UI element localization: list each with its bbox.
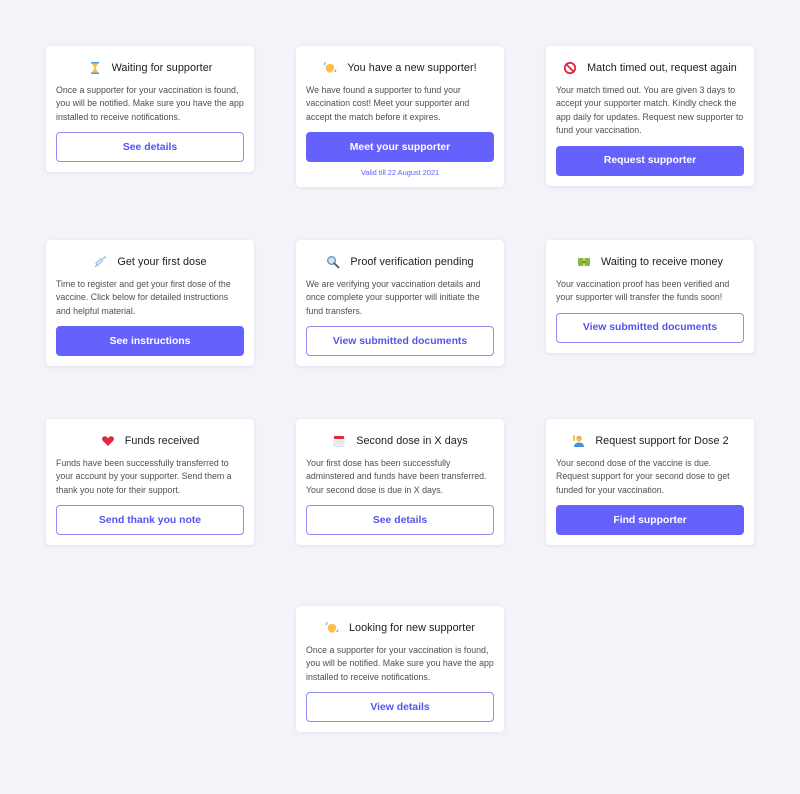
card-title: Get your first dose bbox=[117, 256, 207, 268]
card-title: Waiting to receive money bbox=[600, 256, 724, 268]
card-header: You have a new supporter! bbox=[306, 60, 494, 76]
card-title: Match timed out, request again bbox=[587, 62, 737, 74]
card-header: Proof verification pending bbox=[306, 254, 494, 270]
card-header: Waiting to receive money bbox=[556, 254, 744, 270]
card-match-timed-out: Match timed out, request again Your matc… bbox=[546, 46, 754, 186]
waving-hand-icon bbox=[323, 61, 337, 75]
view-details-button[interactable]: View details bbox=[306, 692, 494, 723]
card-waiting-for-supporter: Waiting for supporter Once a supporter f… bbox=[46, 46, 254, 173]
see-details-button[interactable]: See details bbox=[306, 505, 494, 536]
card-title: Second dose in X days bbox=[356, 435, 468, 447]
card-description: Your first dose has been successfully ad… bbox=[306, 458, 487, 495]
card-description: Funds have been successfully transferred… bbox=[56, 458, 232, 495]
card-title: You have a new supporter! bbox=[347, 62, 477, 74]
waving-hand-icon bbox=[325, 621, 339, 635]
card-description: Once a supporter for your vaccination is… bbox=[306, 645, 494, 682]
card-first-dose: Get your first dose Time to register and… bbox=[46, 240, 254, 367]
money-icon bbox=[577, 255, 591, 269]
card-header: Looking for new supporter bbox=[306, 620, 494, 636]
person-raising-hand-icon bbox=[571, 434, 585, 448]
see-instructions-button[interactable]: See instructions bbox=[56, 326, 244, 357]
magnifier-icon bbox=[326, 255, 340, 269]
card-request-dose-2: Request support for Dose 2 Your second d… bbox=[546, 419, 754, 546]
card-title: Request support for Dose 2 bbox=[595, 435, 729, 447]
card-description: Once a supporter for your vaccination is… bbox=[56, 85, 244, 122]
card-description: Your second dose of the vaccine is due. … bbox=[556, 458, 730, 495]
card-title: Proof verification pending bbox=[350, 256, 474, 268]
card-header: Get your first dose bbox=[56, 254, 244, 270]
card-description: Your vaccination proof has been verified… bbox=[556, 279, 730, 303]
card-title: Waiting for supporter bbox=[111, 62, 213, 74]
card-proof-verification: Proof verification pending We are verify… bbox=[296, 240, 504, 367]
calendar-icon bbox=[332, 434, 346, 448]
card-looking-for-new-supporter: Looking for new supporter Once a support… bbox=[296, 606, 504, 733]
card-description: We have found a supporter to fund your v… bbox=[306, 85, 470, 122]
validity-note: Valid till 22 August 2021 bbox=[360, 168, 440, 178]
card-description: Your match timed out. You are given 3 da… bbox=[556, 85, 744, 136]
hourglass-icon bbox=[88, 61, 102, 75]
card-header: Match timed out, request again bbox=[556, 60, 744, 76]
card-funds-received: Funds received Funds have been successfu… bbox=[46, 419, 254, 546]
card-header: Funds received bbox=[56, 433, 244, 449]
card-title: Looking for new supporter bbox=[348, 622, 476, 634]
card-waiting-for-money: Waiting to receive money Your vaccinatio… bbox=[546, 240, 754, 353]
card-header: Second dose in X days bbox=[306, 433, 494, 449]
card-description: We are verifying your vaccination detail… bbox=[306, 279, 481, 316]
meet-your-supporter-button[interactable]: Meet your supporter bbox=[306, 132, 494, 163]
request-supporter-button[interactable]: Request supporter bbox=[556, 145, 744, 176]
card-header: Request support for Dose 2 bbox=[556, 433, 744, 449]
card-description: Time to register and get your first dose… bbox=[56, 279, 231, 316]
see-details-button[interactable]: See details bbox=[56, 132, 244, 163]
card-header: Waiting for supporter bbox=[56, 60, 244, 76]
prohibited-icon bbox=[563, 61, 577, 75]
send-thank-you-note-button[interactable]: Send thank you note bbox=[56, 505, 244, 536]
syringe-icon bbox=[93, 255, 107, 269]
card-new-supporter: You have a new supporter! We have found … bbox=[296, 46, 504, 188]
find-supporter-button[interactable]: Find supporter bbox=[556, 505, 744, 536]
heart-icon bbox=[101, 434, 115, 448]
view-submitted-documents-button[interactable]: View submitted documents bbox=[556, 312, 744, 343]
view-submitted-documents-button[interactable]: View submitted documents bbox=[306, 326, 494, 357]
card-title: Funds received bbox=[124, 435, 200, 447]
card-second-dose: Second dose in X days Your first dose ha… bbox=[296, 419, 504, 546]
